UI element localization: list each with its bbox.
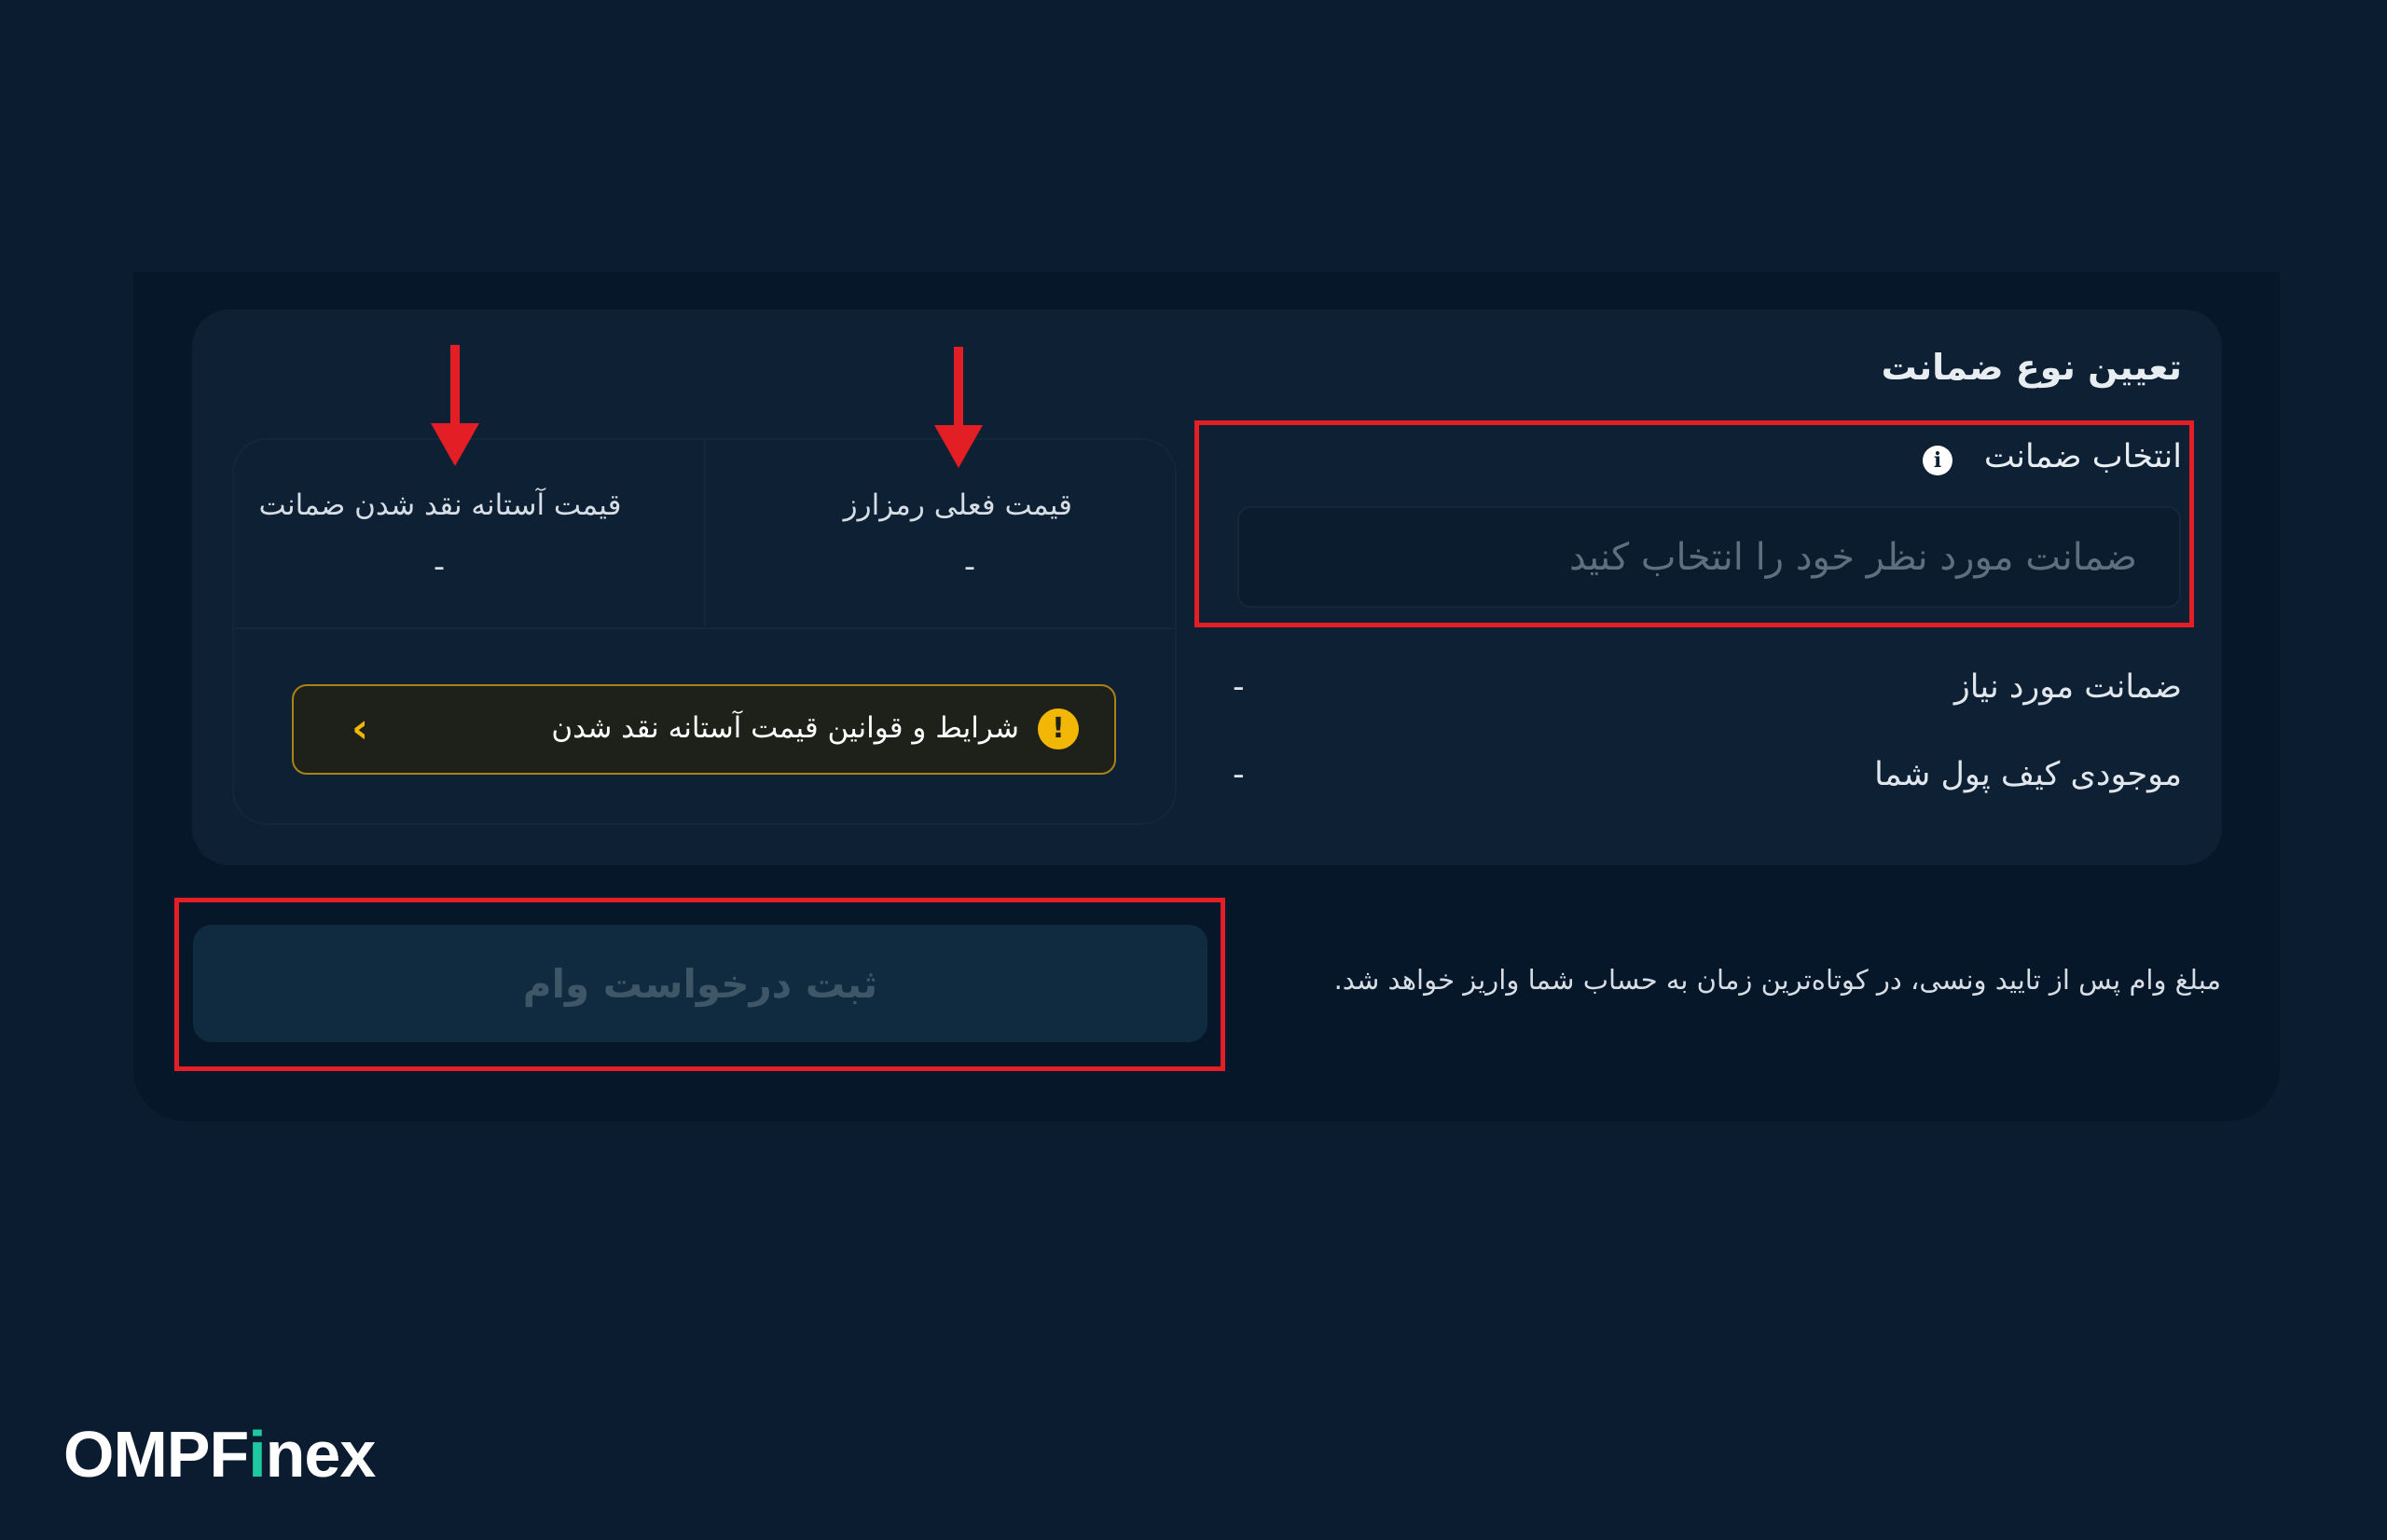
liquidation-terms-link[interactable]: ! شرایط و قوانین قیمت آستانه نقد شدن ‹ — [292, 684, 1116, 775]
price-divider — [704, 440, 706, 626]
arrow-down-icon — [934, 347, 983, 468]
highlight-box-collateral-select — [1194, 420, 2194, 627]
current-price-label: قیمت فعلی رمزارز — [843, 488, 1072, 522]
highlight-box-submit — [174, 898, 1225, 1071]
wallet-balance-value: - — [1233, 756, 1245, 793]
required-collateral-label: ضمانت مورد نیاز — [1953, 668, 2182, 706]
deposit-note: مبلغ وام پس از تایید ونسی، در کوتاه‌ترین… — [1333, 964, 2221, 996]
required-collateral-value: - — [1233, 668, 1245, 706]
wallet-balance-label: موجودی کیف پول شما — [1874, 756, 2182, 793]
arrow-down-icon — [431, 345, 479, 466]
exclamation-icon: ! — [1038, 708, 1079, 749]
current-price-value: - — [963, 548, 976, 585]
chevron-left-icon: ‹ — [352, 705, 369, 752]
brand-logo: OMPFinex — [63, 1418, 376, 1491]
price-divider — [234, 627, 1175, 629]
liquidation-price-value: - — [433, 548, 446, 585]
screen: تعیین نوع ضمانت انتخاب ضمانت i ضمانت مور… — [0, 0, 2387, 1540]
liquidation-price-label: قیمت آستانه نقد شدن ضمانت — [258, 488, 622, 522]
liquidation-terms-text: شرایط و قوانین قیمت آستانه نقد شدن — [551, 711, 1019, 745]
section-title: تعیین نوع ضمانت — [1881, 347, 2182, 388]
